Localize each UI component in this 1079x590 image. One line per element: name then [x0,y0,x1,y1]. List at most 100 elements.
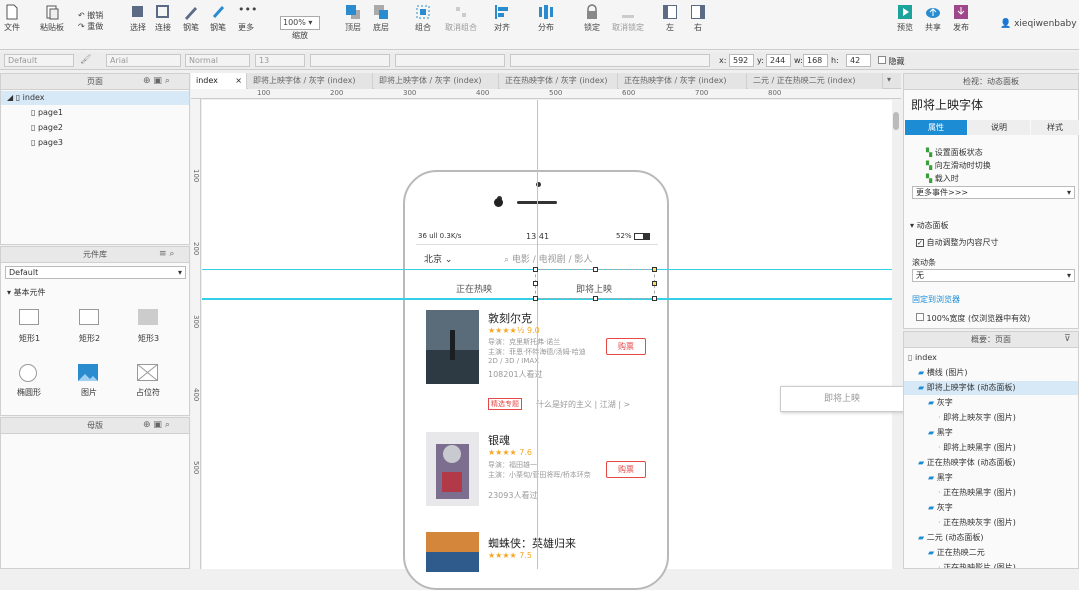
outline-item[interactable]: ▰ 横线 (图片) [904,366,1078,380]
outline-item[interactable]: · 即将上映灰字 (图片) [904,411,1078,425]
outline-item[interactable]: ▰ 正在热映二元 [904,546,1078,560]
add-page-icon[interactable]: ⊕ [143,76,151,86]
canvas-vscrollbar[interactable] [892,100,901,569]
resize-handle[interactable] [533,281,538,286]
unlock-button[interactable]: 取消锁定 [612,4,644,33]
image-widget-icon[interactable] [78,364,98,381]
font-select[interactable]: Arial [106,54,181,67]
more-events-select[interactable]: 更多事件>>> ▾ [912,186,1075,199]
hidden-checkbox[interactable]: 隐藏 [878,56,905,67]
pages-panel-actions[interactable]: ⊕ ▣ ⌕ [143,76,170,86]
outline-item[interactable]: ▰ 二元 (动态面板) [904,531,1078,545]
user-account[interactable]: 👤 xieqiwenbaby [1000,19,1077,29]
selection-box[interactable] [535,269,655,299]
align-button[interactable]: 对齐 [494,4,510,33]
page-item-page2[interactable]: ▯ page2 [31,121,63,135]
search-bar[interactable]: ⌕ 电影 / 电视剧 / 影人 [504,252,592,265]
outline-item[interactable]: ▰ 黑字 [904,426,1078,440]
resize-handle[interactable] [652,267,657,272]
tab-index[interactable]: index × [191,73,247,89]
library-section-header[interactable]: ▾ 基本元件 [7,287,46,298]
outline-item[interactable]: · 正在热映黑字 (图片) [904,486,1078,500]
outline-item[interactable]: ▰ 黑字 [904,471,1078,485]
brush-tool[interactable]: 钢笔 [210,4,226,33]
add-folder-icon[interactable]: ▣ [153,420,162,430]
resize-handle[interactable] [593,296,598,301]
promo-link[interactable]: 什么是好的主义 | 江湖 | > [536,399,630,410]
scroll-thumb[interactable] [893,112,899,130]
weight-select[interactable]: Normal [185,54,250,67]
page-item-page3[interactable]: ▯ page3 [31,136,63,150]
bring-front-button[interactable]: 顶层 [345,4,361,33]
connect-tool[interactable]: 连接 [155,4,171,33]
tab-document[interactable]: 正在热映字体 / 灰字 (index) [500,73,618,89]
action-item[interactable]: ▚ 设置面板状态 [926,147,983,158]
ungroup-button[interactable]: 取消组合 [445,4,477,33]
rect1-widget-icon[interactable] [19,309,39,325]
tab-notes[interactable]: 说明 [968,120,1030,135]
search-icon[interactable]: ⌕ [165,420,170,430]
resize-handle[interactable] [652,296,657,301]
tab-properties[interactable]: 属性 [905,120,967,135]
more-tool[interactable]: ••• 更多 [238,4,257,33]
tab-document[interactable]: 即将上映字体 / 灰字 (index) [248,73,373,89]
close-icon[interactable]: × [235,73,242,89]
right-panel-button[interactable]: 右 [690,4,706,33]
auto-fit-checkbox[interactable]: ✓ 自动调整为内容尺寸 [916,237,999,248]
poster-spider[interactable] [426,532,479,572]
paste-button[interactable]: 粘贴板 [40,4,64,33]
resize-handle[interactable] [533,296,538,301]
y-input[interactable]: 244 [766,54,791,67]
tab-document[interactable]: 二元 / 正在热映二元 (index) [748,73,883,89]
vertical-guide[interactable] [537,100,538,569]
send-back-button[interactable]: 底层 [373,4,389,33]
buy-button[interactable]: 购票 [606,461,646,478]
fill-border-group[interactable] [510,54,710,67]
add-master-icon[interactable]: ⊕ [143,420,151,430]
resize-handle[interactable] [533,267,538,272]
format-painter-icon[interactable]: 🖌 [80,55,91,65]
outline-item[interactable]: ▰ 灰字 [904,501,1078,515]
poster-gintama[interactable] [426,432,479,506]
filter-icon[interactable]: ⊽ [1064,334,1071,344]
redo-button[interactable]: ↷ 重做 [78,21,103,32]
tab-now-showing[interactable]: 正在热映 [456,282,492,295]
pin-browser-link[interactable]: 固定到浏览器 [912,294,960,305]
pen-tool[interactable]: 钢笔 [183,4,199,33]
outline-item[interactable]: ▰ 正在热映字体 (动态面板) [904,456,1078,470]
lock-button[interactable]: 锁定 [584,4,600,33]
add-folder-icon[interactable]: ▣ [153,76,162,86]
distribute-button[interactable]: 分布 [538,4,554,33]
rect2-widget-icon[interactable] [79,309,99,325]
zoom-select[interactable]: 100% ▾ 缩放 [280,16,320,41]
widget-name[interactable]: 即将上映字体 [911,96,983,113]
text-style-group[interactable] [310,54,390,67]
left-panel-button[interactable]: 左 [662,4,678,33]
select-tool[interactable]: 选择 [130,4,146,33]
page-item-page1[interactable]: ▯ page1 [31,106,63,120]
group-button[interactable]: 组合 [415,4,431,33]
scrollbar-select[interactable]: 无 ▾ [912,269,1075,282]
w-input[interactable]: 168 [803,54,828,67]
outline-item[interactable]: ▰ 即将上映字体 (动态面板) [904,381,1078,395]
city-selector[interactable]: 北京 ⌄ [424,252,452,265]
x-input[interactable]: 592 [729,54,754,67]
outline-item[interactable]: · 即将上映黑字 (图片) [904,441,1078,455]
outline-item[interactable]: · 正在热映影片 (图片) [904,561,1078,568]
outline-item[interactable]: ▯ index [904,351,1078,365]
placeholder-widget-icon[interactable] [137,364,158,381]
text-align-group[interactable] [395,54,505,67]
resize-handle[interactable] [652,281,657,286]
publish-button[interactable]: 发布 [953,4,969,33]
file-button[interactable]: 文件 [4,4,20,33]
rect3-widget-icon[interactable] [138,309,158,325]
tab-document[interactable]: 即将上映字体 / 灰字 (index) [374,73,499,89]
style-select[interactable]: Default [4,54,74,67]
search-icon[interactable]: ⌕ [169,249,174,259]
action-item[interactable]: ▚ 向左滑动时切换 [926,160,991,171]
resize-handle[interactable] [593,267,598,272]
share-button[interactable]: 共享 [925,4,941,33]
full-width-checkbox[interactable]: 100%宽度 (仅浏览器中有效) [916,313,1030,324]
page-item-index[interactable]: ◢ ▯ index [1,91,189,105]
poster-dunkirk[interactable] [426,310,479,384]
